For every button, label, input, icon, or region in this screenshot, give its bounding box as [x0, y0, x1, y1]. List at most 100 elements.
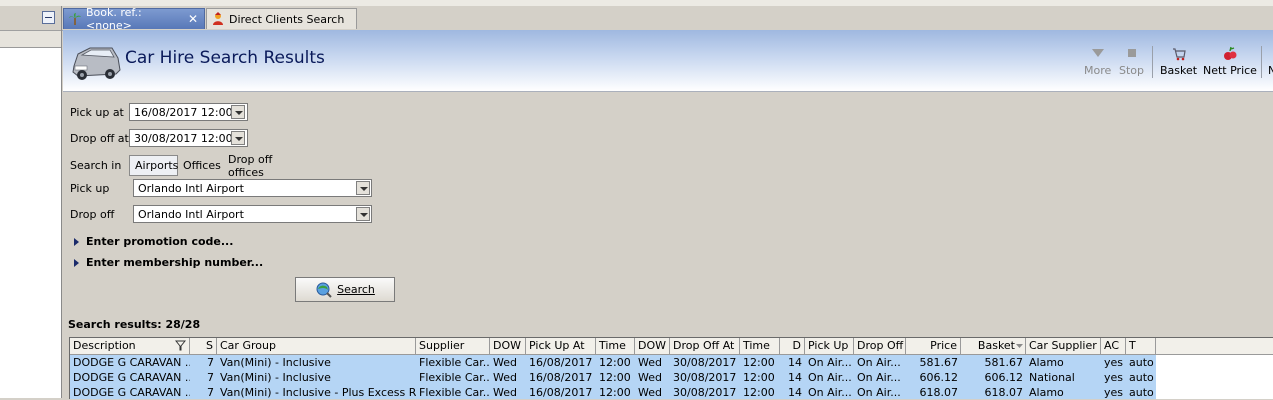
pickup-at-label: Pick up at — [70, 106, 124, 119]
column-header-dropoff-time[interactable]: Time — [740, 338, 780, 355]
membership-number-expander[interactable]: Enter membership number... — [74, 256, 263, 269]
tab-booking[interactable]: Book. ref.: <none> ✕ — [63, 6, 205, 32]
column-header-dropoff-location[interactable]: Drop Off — [854, 338, 906, 355]
search-in-offices-label: Offices — [183, 159, 221, 172]
column-header-label: Pick Up At — [529, 339, 585, 352]
cell-days: 14 — [788, 371, 802, 384]
column-header-days[interactable]: D — [780, 338, 805, 355]
dropoff-location-select[interactable]: Orlando Intl Airport — [133, 205, 372, 223]
search-in-offices[interactable]: Offices — [178, 155, 223, 176]
cell-transmission: auto — [1129, 356, 1154, 369]
collapse-panel-button[interactable] — [42, 11, 55, 24]
cell-dropoff-location: On Air... — [857, 356, 901, 369]
column-header-label: Time — [599, 339, 626, 352]
pickup-datetime-value: 16/08/2017 12:00 — [134, 106, 233, 119]
stop-button[interactable]: Stop — [1119, 46, 1144, 77]
car-icon — [72, 47, 121, 80]
table-row[interactable]: DODGE G CARAVAN ... 7 Van(Mini) - Inclus… — [70, 370, 1156, 385]
column-header-car-supplier[interactable]: Car Supplier — [1026, 338, 1101, 355]
toolbar-overflow-label[interactable]: N — [1268, 64, 1273, 77]
promotion-code-label: Enter promotion code... — [86, 235, 234, 248]
cell-basket: 606.12 — [984, 371, 1024, 384]
chevron-down-icon[interactable] — [356, 207, 370, 221]
cell-car-supplier: National — [1029, 371, 1075, 384]
cell-pickup-dow: Wed — [493, 356, 517, 369]
column-header-ac[interactable]: AC — [1101, 338, 1126, 355]
cell-car-group: Van(Mini) - Inclusive — [220, 371, 331, 384]
cell-pickup-date: 16/08/2017 — [529, 371, 593, 384]
search-in-airports-label: Airports — [135, 159, 179, 172]
column-header-pickup-location[interactable]: Pick Up — [805, 338, 854, 355]
cell-basket: 581.67 — [984, 356, 1024, 369]
cell-pickup-time: 12:00 — [599, 371, 631, 384]
fruit-icon — [1223, 46, 1237, 60]
nett-price-label: Nett Price — [1203, 64, 1257, 77]
column-header-supplier[interactable]: Supplier — [416, 338, 490, 355]
column-header-basket[interactable]: Basket — [961, 338, 1026, 355]
cell-dropoff-location: On Air... — [857, 371, 901, 384]
search-icon — [316, 282, 332, 298]
more-label: More — [1084, 64, 1112, 77]
column-header-label: AC — [1104, 339, 1120, 352]
cell-seats: 7 — [207, 356, 214, 369]
search-in-label: Search in — [70, 159, 122, 172]
cell-transmission: auto — [1129, 371, 1154, 384]
sort-down-icon — [1016, 344, 1023, 348]
column-header-pickup-time[interactable]: Time — [596, 338, 635, 355]
column-header-label: Basket — [977, 339, 1015, 352]
column-header-price[interactable]: Price — [906, 338, 961, 355]
cell-dropoff-time: 12:00 — [743, 371, 775, 384]
pickup-location-select[interactable]: Orlando Intl Airport — [133, 179, 372, 197]
cell-supplier: Flexible Car... — [419, 356, 490, 369]
column-header-transmission[interactable]: T — [1126, 338, 1156, 355]
column-header-label: Drop Off — [857, 339, 904, 352]
cell-pickup-dow: Wed — [493, 371, 517, 384]
dropoff-label: Drop off — [70, 208, 115, 221]
cell-ac: yes — [1104, 371, 1124, 384]
basket-icon — [1172, 48, 1186, 61]
cell-dropoff-date: 30/08/2017 — [673, 356, 737, 369]
tab-direct-clients-search[interactable]: Direct Clients Search — [206, 8, 357, 29]
column-header-pickup-dow[interactable]: DOW — [490, 338, 526, 355]
expand-triangle-icon — [74, 258, 79, 267]
column-header-pickup-at[interactable]: Pick Up At — [526, 338, 596, 355]
column-header-seats[interactable]: S — [190, 338, 217, 355]
basket-label: Basket — [1160, 64, 1198, 77]
dropoff-datetime-value: 30/08/2017 12:00 — [134, 132, 233, 145]
pickup-datetime-dropdown[interactable] — [231, 105, 245, 119]
search-results-count: Search results: 28/28 — [68, 318, 201, 331]
promotion-code-expander[interactable]: Enter promotion code... — [74, 235, 233, 248]
search-in-airports[interactable]: Airports — [129, 155, 178, 176]
dropoff-datetime-dropdown[interactable] — [231, 131, 245, 145]
column-header-label: Pick Up — [808, 339, 849, 352]
search-button[interactable]: Search — [295, 277, 395, 302]
person-icon — [213, 12, 223, 25]
toolbar-separator — [1152, 46, 1153, 78]
column-header-description[interactable]: Description — [70, 338, 190, 355]
cell-car-group: Van(Mini) - Inclusive — [220, 356, 331, 369]
basket-button[interactable]: Basket — [1160, 46, 1197, 77]
cell-pickup-location: On Air... — [808, 356, 852, 369]
column-header-filler — [1156, 338, 1273, 355]
dropoff-location-value: Orlando Intl Airport — [138, 208, 244, 221]
column-header-dropoff-at[interactable]: Drop Off At — [670, 338, 740, 355]
table-row[interactable]: DODGE G CARAVAN ... 7 Van(Mini) - Inclus… — [70, 355, 1156, 370]
nett-price-button[interactable]: Nett Price — [1203, 46, 1257, 77]
close-icon[interactable]: ✕ — [188, 12, 198, 26]
column-header-label: DOW — [638, 339, 667, 352]
column-header-label: Price — [930, 339, 957, 352]
more-button[interactable]: More — [1084, 46, 1111, 77]
column-header-label: T — [1129, 339, 1136, 352]
membership-number-label: Enter membership number... — [86, 256, 264, 269]
table-row[interactable]: DODGE G CARAVAN ... 7 Van(Mini) - Inclus… — [70, 385, 1156, 399]
filter-icon[interactable] — [175, 340, 186, 351]
expand-triangle-icon — [74, 237, 79, 246]
column-header-label: DOW — [493, 339, 522, 352]
chevron-down-icon[interactable] — [356, 181, 370, 195]
search-in-dropoff-offices[interactable]: Drop off offices — [223, 153, 313, 179]
dropoff-at-label: Drop off at — [70, 132, 129, 145]
navigator-row[interactable] — [0, 31, 61, 48]
column-header-dropoff-dow[interactable]: DOW — [635, 338, 670, 355]
column-header-car-group[interactable]: Car Group — [217, 338, 416, 355]
page-title: Car Hire Search Results — [125, 48, 325, 68]
